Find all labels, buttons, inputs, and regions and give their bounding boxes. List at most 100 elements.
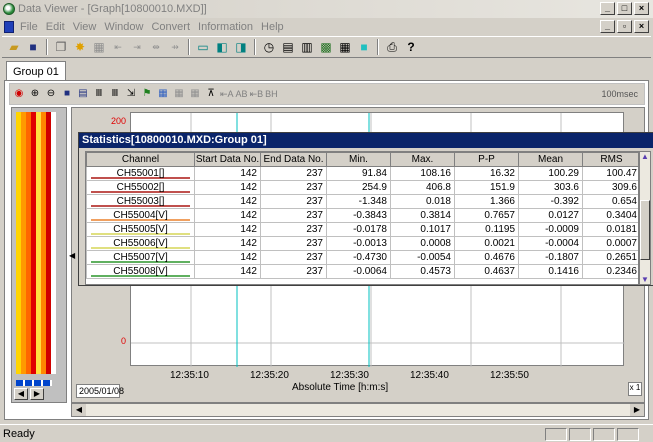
column-header[interactable]: Min.	[326, 152, 391, 167]
column-header[interactable]: Channel	[86, 152, 195, 167]
menu-convert[interactable]: Convert	[151, 21, 190, 33]
cursor-b-icon[interactable]: ⇥	[129, 39, 145, 55]
bars-icon[interactable]: Ⅲ	[92, 87, 106, 101]
chart-icon[interactable]: ▤	[280, 39, 296, 55]
table-cell: 237	[260, 194, 327, 209]
scroll-left-icon[interactable]: ◀	[72, 404, 86, 416]
table-cell: 0.018	[390, 194, 455, 209]
cursor-c-icon[interactable]: ⇸	[167, 39, 183, 55]
minimize-button[interactable]: _	[600, 2, 615, 15]
column-header[interactable]: Mean	[518, 152, 583, 167]
table-cell: 237	[260, 236, 327, 251]
menu-file[interactable]: File	[20, 21, 38, 33]
menu-information[interactable]: Information	[198, 21, 253, 33]
table-row[interactable]: CH55004[V] 142 237 -0.3843 0.3814 0.7657 0.012…	[86, 208, 638, 223]
layout-3-icon[interactable]: ▦	[188, 87, 202, 101]
level-icon[interactable]: ⊼	[204, 87, 218, 101]
menu-view[interactable]: View	[73, 21, 97, 33]
open-folder-icon[interactable]: ▰	[6, 39, 22, 55]
waveform-prev-icon[interactable]: ◧	[214, 39, 230, 55]
table-row[interactable]: CH55001[] 142 237 91.84 108.16 16.32 100.29 100…	[86, 166, 638, 181]
table-cell: 0.0181	[582, 222, 638, 237]
mdi-close-button[interactable]: ×	[634, 20, 649, 33]
scroll-down-icon[interactable]: ▼	[640, 275, 650, 284]
mdi-restore-button[interactable]: ▫	[617, 20, 632, 33]
panel-collapse-icon[interactable]: ◀	[69, 251, 75, 260]
cursor-bh-button[interactable]: BH	[265, 89, 278, 99]
app-icon	[3, 3, 15, 15]
table-cell: 0.0008	[390, 236, 455, 251]
zoom-out-icon[interactable]: ⊖	[44, 87, 58, 101]
print-icon[interactable]: ⎙	[384, 39, 400, 55]
save-icon[interactable]: ■	[25, 39, 41, 55]
record-icon[interactable]: ◉	[12, 87, 26, 101]
waveform-back-icon[interactable]: ◨	[233, 39, 249, 55]
statistics-icon[interactable]: ▩	[318, 39, 334, 55]
waveform-icon[interactable]: ▭	[195, 39, 211, 55]
vertical-scrollbar[interactable]: ▲ ▼	[639, 151, 651, 285]
table-row[interactable]: CH55006[V] 142 237 -0.0013 0.0008 0.0021 -0.00…	[86, 236, 638, 251]
export-icon[interactable]: ▤	[76, 87, 90, 101]
menu-help[interactable]: Help	[261, 21, 284, 33]
graph-toolbar: ◉ ⊕ ⊖ ■ ▤ Ⅲ Ⅲ ⇲ ⚑ ▦ ▦ ▦ ⊼ ⇤A AB ⇤B BH 10…	[9, 83, 645, 105]
channel-cell: CH55002[]	[86, 180, 195, 195]
save-graph-icon[interactable]: ■	[60, 87, 74, 101]
meter-next-button[interactable]: ▶	[30, 388, 44, 400]
close-button[interactable]: ×	[634, 2, 649, 15]
statistics-title[interactable]: Statistics[10800010.MXD:Group 01]	[79, 133, 653, 148]
meter-bar	[46, 112, 51, 374]
star-icon[interactable]: ✸	[72, 39, 88, 55]
tab-group-01[interactable]: Group 01	[6, 61, 66, 81]
table-cell: 16.32	[454, 166, 519, 181]
table-cell: -1.348	[326, 194, 391, 209]
cursor-ab-button[interactable]: AB	[236, 89, 248, 99]
menu-edit[interactable]: Edit	[46, 21, 65, 33]
layout-1-icon[interactable]: ▦	[156, 87, 170, 101]
clock-icon[interactable]: ◷	[261, 39, 277, 55]
document-icon[interactable]	[4, 20, 14, 33]
grid-icon[interactable]: ▦	[91, 39, 107, 55]
cursor-b-button[interactable]: ⇤B	[250, 89, 264, 100]
mdi-minimize-button[interactable]: _	[600, 20, 615, 33]
color-icon[interactable]: ■	[356, 39, 372, 55]
table-header: Channel Start Data No. End Data No. Min.…	[86, 152, 638, 167]
table-cell: -0.0009	[518, 222, 583, 237]
table-row[interactable]: CH55003[] 142 237 -1.348 0.018 1.366 -0.392 0.6…	[86, 194, 638, 209]
maximize-button[interactable]: □	[617, 2, 632, 15]
scroll-right-icon[interactable]: ▶	[630, 404, 644, 416]
column-header[interactable]: Max.	[390, 152, 455, 167]
table-row[interactable]: CH55005[V] 142 237 -0.0178 0.1017 0.1195 -0.00…	[86, 222, 638, 237]
zoom-in-icon[interactable]: ⊕	[28, 87, 42, 101]
column-header[interactable]: RMS	[582, 152, 638, 167]
marker-icon[interactable]: ⚑	[140, 87, 154, 101]
scroll-up-icon[interactable]: ▲	[640, 152, 650, 161]
cursor-move-icon[interactable]: ⇲	[124, 87, 138, 101]
meter-prev-button[interactable]: ◀	[14, 388, 28, 400]
table-cell: 142	[194, 166, 261, 181]
table-cell: 237	[260, 166, 327, 181]
table-cell: 1.366	[454, 194, 519, 209]
copy-icon[interactable]: ❐	[53, 39, 69, 55]
main-toolbar: ▰ ■ ❐ ✸ ▦ ⇤ ⇥ ⇹ ⇸ ▭ ◧ ◨ ◷ ▤ ▥ ▩ ▦ ■ ⎙ ?	[2, 36, 651, 58]
channel-name: CH55006[V]	[113, 238, 168, 249]
cursor-a-button[interactable]: ⇤A	[220, 89, 234, 100]
table-row[interactable]: CH55002[] 142 237 254.9 406.8 151.9 303.6 309.6	[86, 180, 638, 195]
table-row[interactable]: CH55008[V] 142 237 -0.0064 0.4573 0.4637 0.141…	[86, 264, 638, 279]
bars-alt-icon[interactable]: Ⅲ	[108, 87, 122, 101]
horizontal-scrollbar[interactable]: ◀ ▶	[71, 403, 645, 417]
cursor-a-icon[interactable]: ⇤	[110, 39, 126, 55]
layout-2-icon[interactable]: ▦	[172, 87, 186, 101]
table-cell: 254.9	[326, 180, 391, 195]
help-icon[interactable]: ?	[403, 39, 419, 55]
list-icon[interactable]: ▦	[337, 39, 353, 55]
table-row[interactable]: CH55007[V] 142 237 -0.4730 -0.0054 0.4676 -0.1…	[86, 250, 638, 265]
table-cell: 0.4676	[454, 250, 519, 265]
zoom-factor[interactable]: x 1	[628, 382, 642, 396]
table-icon[interactable]: ▥	[299, 39, 315, 55]
menu-window[interactable]: Window	[104, 21, 143, 33]
column-header[interactable]: P-P	[454, 152, 519, 167]
scroll-thumb[interactable]	[640, 200, 650, 260]
column-header[interactable]: Start Data No.	[194, 152, 261, 167]
column-header[interactable]: End Data No.	[260, 152, 327, 167]
cursor-ab-icon[interactable]: ⇹	[148, 39, 164, 55]
